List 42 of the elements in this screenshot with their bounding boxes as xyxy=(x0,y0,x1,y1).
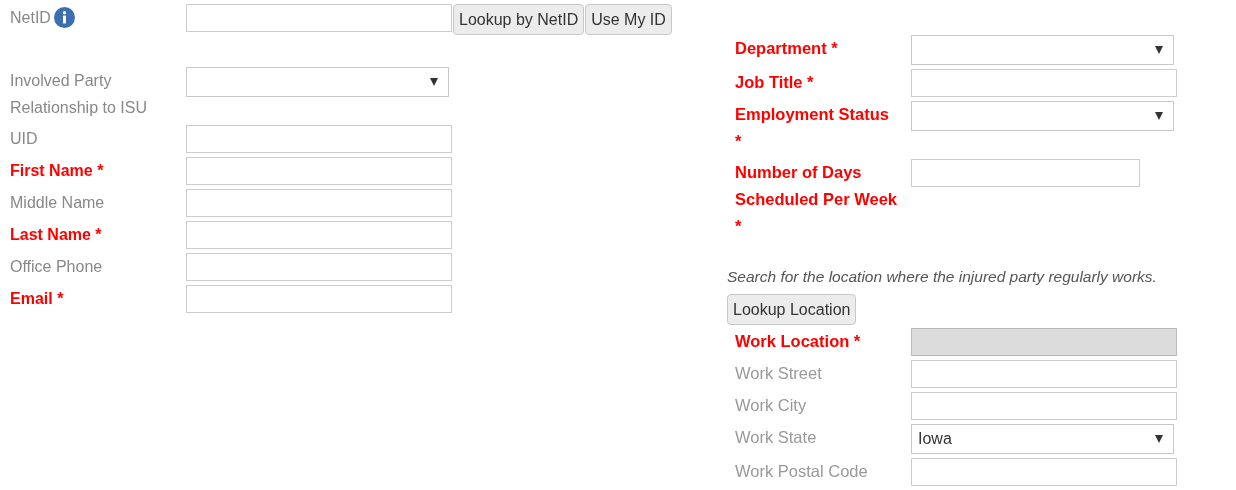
input-field[interactable] xyxy=(186,221,452,249)
input-field[interactable] xyxy=(911,458,1177,486)
field-label: Email * xyxy=(10,289,65,309)
field-label: Department * xyxy=(734,38,839,59)
field-label: Number of Days Scheduled Per Week * xyxy=(734,162,898,237)
hint-text: Search for the location where the injured party regularly works. xyxy=(727,268,1158,286)
caret-icon xyxy=(1155,435,1163,443)
select-field[interactable]: Iowa xyxy=(911,424,1174,454)
field-label: Middle Name xyxy=(10,193,106,213)
select-field[interactable] xyxy=(911,101,1174,131)
caret-icon xyxy=(430,78,438,86)
select-field[interactable] xyxy=(911,35,1174,65)
field-label: First Name * xyxy=(10,161,105,181)
field-label: Last Name * xyxy=(10,225,103,245)
field-label: Office Phone xyxy=(10,257,104,277)
input-field[interactable] xyxy=(186,125,452,153)
field-label: NetID xyxy=(10,8,51,28)
field-label: Employment Status * xyxy=(734,104,891,152)
info-icon[interactable] xyxy=(53,7,75,28)
select-field[interactable] xyxy=(186,67,449,97)
input-field[interactable] xyxy=(186,4,452,32)
input-field[interactable] xyxy=(186,189,452,217)
button[interactable]: Lookup by NetID xyxy=(453,4,585,35)
input-field[interactable] xyxy=(911,159,1140,187)
input-field[interactable] xyxy=(911,360,1177,388)
field-label: Work Location * xyxy=(734,331,862,352)
field-label: Involved Party Relationship to ISU xyxy=(10,71,148,118)
field-label: Work State xyxy=(734,427,818,448)
caret-icon xyxy=(1155,112,1163,120)
input-field[interactable] xyxy=(186,157,452,185)
input-field[interactable] xyxy=(186,285,452,313)
field-label: UID xyxy=(10,129,39,149)
field-label: Job Title * xyxy=(734,72,815,93)
field-label: Work Street xyxy=(734,363,823,384)
input-field[interactable] xyxy=(911,392,1177,420)
field-label: Work City xyxy=(734,395,808,416)
input-field[interactable] xyxy=(911,69,1177,97)
input-field[interactable] xyxy=(186,253,452,281)
caret-icon xyxy=(1155,46,1163,54)
lookup-location-button[interactable]: Lookup Location xyxy=(727,294,857,325)
field-label: Work Postal Code xyxy=(734,461,869,482)
button[interactable]: Use My ID xyxy=(585,4,672,35)
